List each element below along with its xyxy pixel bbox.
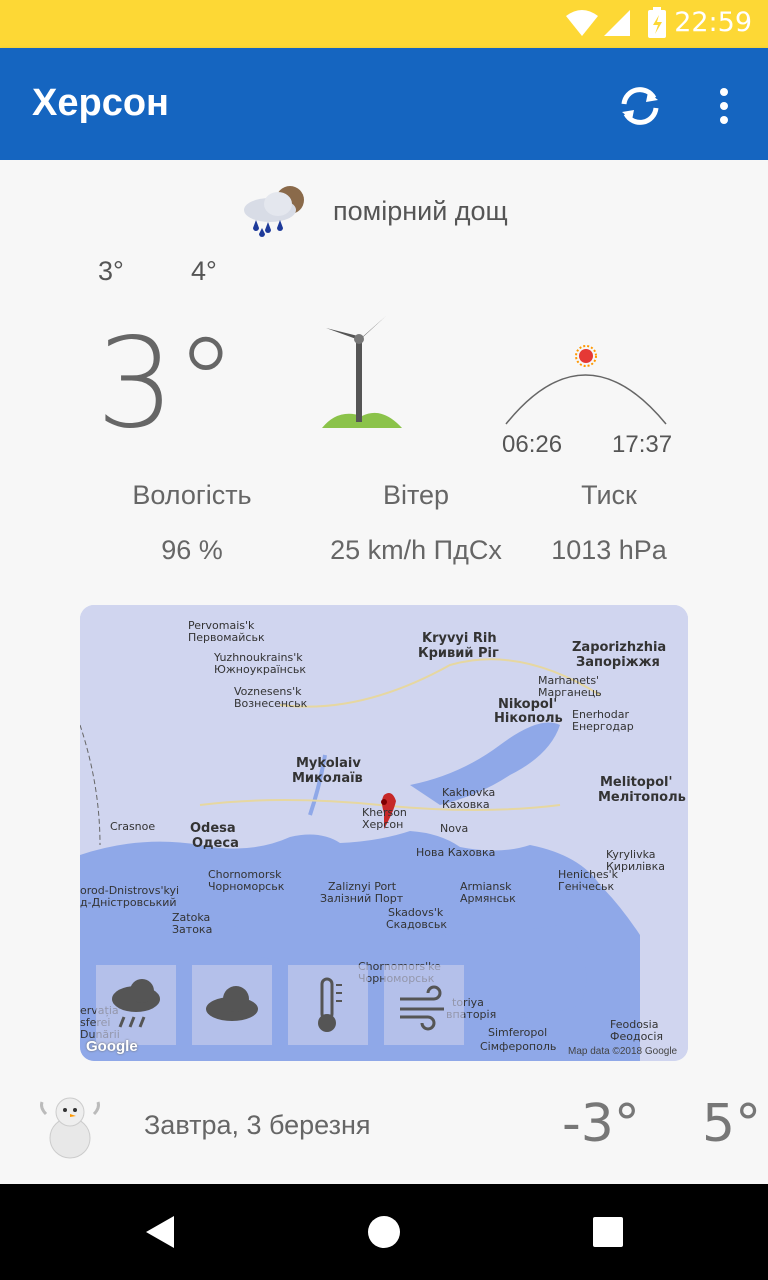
map-label: Kryvyi Rih [422, 631, 497, 646]
map-label: Melitopol' [600, 775, 673, 790]
wind-icon [400, 985, 444, 1031]
snowman-icon [40, 1097, 100, 1159]
map-label: Миколаїв [292, 771, 363, 786]
more-options-button[interactable] [700, 78, 748, 134]
map-label: Мелітополь [598, 790, 686, 805]
refresh-icon [621, 87, 659, 125]
map-label: Кривий Ріг [418, 646, 499, 661]
map-label: Нова Каховка [416, 846, 496, 859]
map-label: Crasnoe [110, 820, 156, 833]
map-label: Скадовськ [386, 918, 448, 931]
back-button[interactable] [130, 1202, 190, 1262]
home-button[interactable] [354, 1202, 414, 1262]
map-label: Нікополь [494, 711, 563, 726]
weather-condition: помірний дощ [333, 196, 508, 226]
wind-label: Вітер [382, 480, 450, 510]
map-label: Генічеськ [558, 880, 615, 893]
map-label: Каховка [442, 798, 490, 811]
tomorrow-min-temp: -3° [562, 1094, 640, 1154]
current-temp: 3° [96, 312, 237, 456]
map-label: Феодосія [610, 1030, 664, 1043]
map-label: Nova [440, 822, 469, 835]
map-attribution: Map data ©2018 Google [568, 1046, 678, 1057]
map-label: Mykolaiv [296, 756, 361, 771]
map-label: Затока [172, 923, 213, 936]
map-label: Херсон [362, 818, 404, 831]
rain-cloud-icon [244, 186, 304, 237]
map-label: д-Дністровський [80, 896, 177, 909]
humidity-value: 96 % [161, 535, 223, 565]
temp-low: 3° [98, 256, 124, 286]
pressure-label: Тиск [581, 480, 637, 510]
pressure-value: 1013 hPa [551, 535, 667, 565]
status-icons [566, 7, 666, 38]
recents-button[interactable] [578, 1202, 638, 1262]
map-label: Zaporizhzhia [572, 640, 667, 655]
sunrise-time: 06:26 [502, 431, 563, 458]
map-label: Запоріжжя [576, 655, 660, 670]
google-logo: Google [86, 1038, 138, 1055]
map-label: Залізний Порт [320, 892, 404, 905]
weather-map[interactable]: Pervomais'k Первомайськ Yuzhnoukrains'k … [80, 605, 688, 1061]
map-label: Южноукраїнськ [214, 663, 307, 676]
more-vert-icon [720, 88, 728, 124]
sun-path-icon [505, 345, 667, 425]
navigation-bar [0, 1184, 768, 1280]
thermometer-icon [318, 977, 342, 1032]
tomorrow-label: Завтра, 3 березня [144, 1110, 371, 1140]
rain-icon [112, 979, 160, 1028]
map-label: Енергодар [572, 720, 634, 733]
map-label: Армянськ [460, 892, 516, 905]
rain-layer-button[interactable] [96, 965, 176, 1045]
cloud-icon [206, 986, 258, 1021]
map-label: Сімферополь [480, 1040, 557, 1053]
wifi-icon [566, 10, 598, 36]
tomorrow-max-temp: 5° [702, 1094, 762, 1154]
back-icon [146, 1216, 174, 1248]
map-label: Одеса [192, 836, 239, 851]
humidity-label: Вологість [132, 480, 252, 510]
battery-icon [648, 7, 666, 38]
home-icon [368, 1216, 400, 1248]
sun-icon [575, 345, 597, 367]
map-label: Чорноморськ [208, 880, 285, 893]
temp-high: 4° [191, 256, 217, 286]
map-label: Simferopol [488, 1026, 548, 1039]
sunset-time: 17:37 [612, 431, 673, 458]
map-label: Первомайськ [188, 631, 265, 644]
status-bar: 22:59 [0, 0, 768, 48]
map-label: Nikopol' [498, 697, 558, 712]
map-label: Вознесенськ [234, 697, 308, 710]
recents-icon [593, 1217, 623, 1247]
map-label: Odesa [190, 821, 236, 836]
wind-layer-button[interactable] [384, 965, 464, 1045]
windmill-icon [322, 316, 402, 428]
cloud-layer-button[interactable] [192, 965, 272, 1045]
signal-icon [604, 10, 630, 36]
app-bar: Херсон [0, 48, 768, 160]
temperature-layer-button[interactable] [288, 965, 368, 1045]
city-title: Херсон [32, 82, 169, 124]
clock: 22:59 [674, 7, 752, 38]
refresh-button[interactable] [612, 78, 668, 134]
